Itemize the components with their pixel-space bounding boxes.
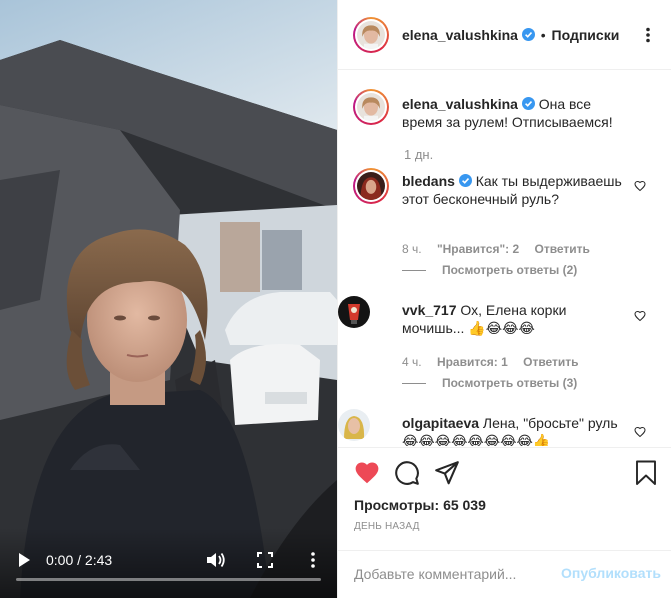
comment-likes[interactable]: Нравится: 1 bbox=[437, 355, 508, 369]
more-horizontal-icon[interactable] bbox=[641, 27, 655, 43]
comment-text: bledans Как ты выдерживаешь этот бесконе… bbox=[402, 172, 632, 208]
views-value: 65 039 bbox=[443, 497, 486, 513]
comment-avatar[interactable] bbox=[338, 409, 370, 441]
comment-avatar[interactable] bbox=[353, 168, 389, 204]
header-username[interactable]: elena_valushkina bbox=[402, 27, 518, 43]
comment-meta: 4 ч. Нравится: 1 Ответить bbox=[402, 355, 591, 369]
comment-time[interactable]: 4 ч. bbox=[402, 355, 422, 369]
replies-divider bbox=[402, 270, 426, 272]
comment-item: vvk_717 Ох, Елена корки мочишь... 👍😂😂😂 4… bbox=[338, 296, 671, 416]
video-time: 0:00 / 2:43 bbox=[46, 552, 113, 568]
comment-username[interactable]: olgapitaeva bbox=[402, 415, 479, 431]
video-progress-bar[interactable] bbox=[16, 578, 321, 581]
heart-filled-icon[interactable] bbox=[354, 460, 380, 486]
comment-icon[interactable] bbox=[394, 460, 420, 486]
add-comment-bar: Опубликовать bbox=[338, 550, 671, 598]
comment-avatar[interactable] bbox=[338, 296, 370, 328]
caption-avatar[interactable] bbox=[353, 89, 389, 125]
views-count: Просмотры: 65 039 bbox=[354, 497, 486, 513]
verified-badge-icon bbox=[521, 28, 535, 41]
post-actions: Просмотры: 65 039 ДЕНЬ НАЗАД bbox=[338, 447, 671, 550]
verified-badge-icon bbox=[521, 97, 535, 110]
header-avatar[interactable] bbox=[353, 17, 389, 53]
reply-button[interactable]: Ответить bbox=[534, 242, 589, 256]
view-replies-button[interactable]: Посмотреть ответы (2) bbox=[402, 263, 577, 277]
heart-outline-icon[interactable] bbox=[634, 310, 646, 322]
video-controls-row: 0:00 / 2:43 bbox=[0, 550, 337, 570]
add-comment-input[interactable] bbox=[354, 565, 544, 583]
header-separator: • bbox=[540, 27, 546, 43]
comment-username[interactable]: bledans bbox=[402, 173, 455, 189]
comment-item: olgapitaeva Лена, "бросьте" руль😂😂😂😂😂😂😂😂… bbox=[338, 409, 671, 446]
post-header: elena_valushkina • Подписки bbox=[338, 0, 671, 70]
comment-username[interactable]: vvk_717 bbox=[402, 302, 457, 318]
replies-divider bbox=[402, 383, 426, 385]
view-replies-button[interactable]: Посмотреть ответы (3) bbox=[402, 376, 577, 390]
more-vertical-icon[interactable] bbox=[305, 551, 321, 569]
video-controls: 0:00 / 2:43 bbox=[0, 528, 337, 598]
heart-outline-icon[interactable] bbox=[634, 426, 646, 438]
avatar-photo bbox=[357, 172, 385, 200]
comments-list[interactable]: elena_valushkina Она все время за рулем!… bbox=[338, 71, 671, 446]
comment-time[interactable]: 8 ч. bbox=[402, 242, 422, 256]
verified-badge-icon bbox=[458, 174, 472, 187]
header-user-line: elena_valushkina • Подписки bbox=[402, 26, 619, 44]
comment-text: vvk_717 Ох, Елена корки мочишь... 👍😂😂😂 bbox=[402, 301, 632, 337]
comment-likes[interactable]: "Нравится": 2 bbox=[437, 242, 519, 256]
comment-text: olgapitaeva Лена, "бросьте" руль😂😂😂😂😂😂😂😂… bbox=[402, 414, 632, 446]
post-modal: 0:00 / 2:43 elena_valushkina • Подписки … bbox=[0, 0, 671, 598]
bookmark-icon[interactable] bbox=[634, 460, 658, 486]
heart-outline-icon[interactable] bbox=[634, 180, 646, 192]
post-sidebar: elena_valushkina • Подписки elena_valush… bbox=[337, 0, 671, 598]
view-replies-label: Посмотреть ответы (2) bbox=[442, 263, 578, 277]
volume-icon[interactable] bbox=[206, 551, 226, 569]
caption: elena_valushkina Она все время за рулем!… bbox=[338, 71, 671, 166]
caption-time[interactable]: 1 дн. bbox=[404, 147, 433, 162]
post-date[interactable]: ДЕНЬ НАЗАД bbox=[354, 521, 420, 532]
view-replies-label: Посмотреть ответы (3) bbox=[442, 376, 578, 390]
comment-item: bledans Как ты выдерживаешь этот бесконе… bbox=[338, 166, 671, 291]
caption-text: elena_valushkina Она все время за рулем!… bbox=[402, 95, 632, 131]
following-button[interactable]: Подписки bbox=[552, 27, 620, 43]
video-frame bbox=[0, 0, 337, 598]
avatar-photo bbox=[357, 93, 385, 121]
avatar-photo bbox=[357, 21, 385, 49]
publish-button[interactable]: Опубликовать bbox=[561, 565, 661, 581]
share-icon[interactable] bbox=[434, 460, 460, 486]
reply-button[interactable]: Ответить bbox=[523, 355, 578, 369]
play-icon[interactable] bbox=[16, 552, 32, 568]
video-player[interactable]: 0:00 / 2:43 bbox=[0, 0, 337, 598]
views-label: Просмотры: bbox=[354, 497, 440, 513]
caption-username[interactable]: elena_valushkina bbox=[402, 96, 518, 112]
comment-meta: 8 ч. "Нравится": 2 Ответить bbox=[402, 242, 602, 256]
fullscreen-icon[interactable] bbox=[257, 552, 273, 568]
